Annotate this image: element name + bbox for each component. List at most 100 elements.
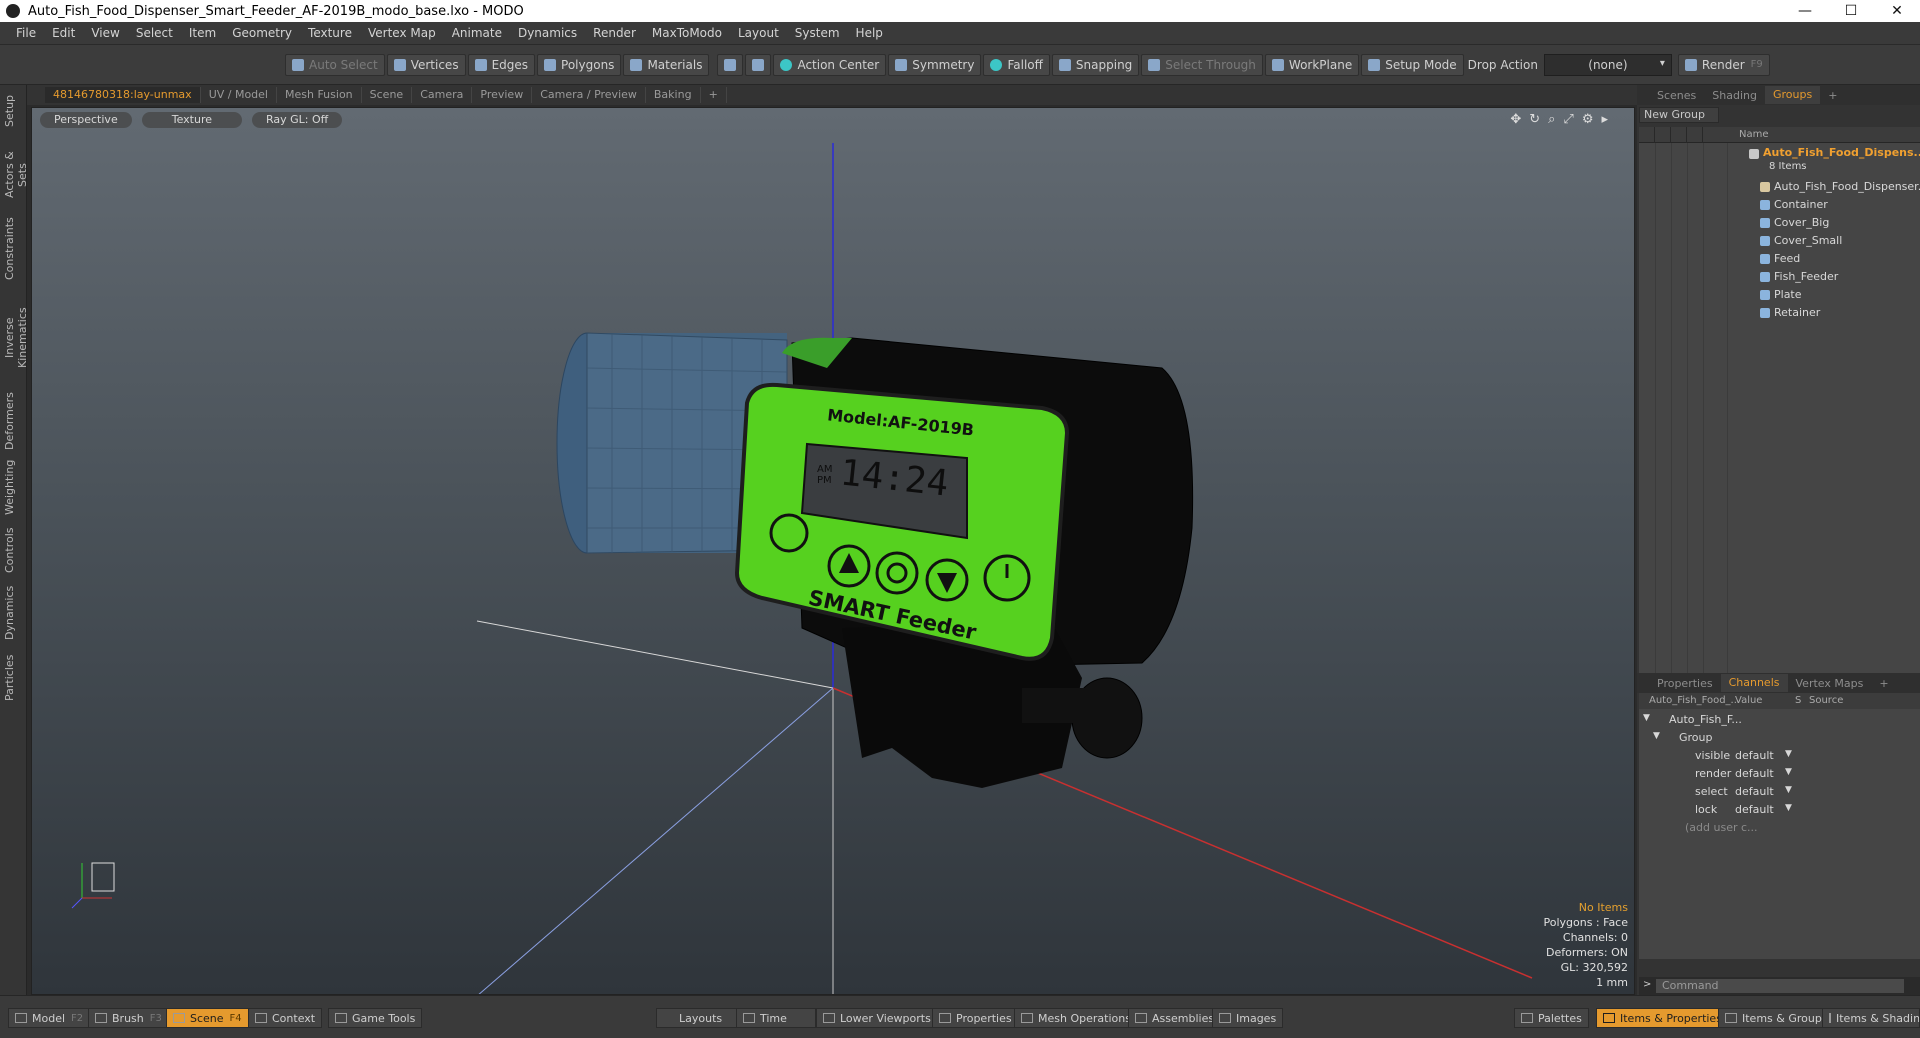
tab-particles[interactable]: Particles (3, 650, 23, 705)
context-layout-button[interactable]: Context (248, 1008, 323, 1028)
zoom-icon[interactable]: ⌕ (1548, 112, 1555, 127)
shading-mode-pill[interactable]: Texture (141, 112, 242, 128)
pan-icon[interactable]: ✥ (1510, 112, 1521, 127)
tab-properties[interactable]: Properties (1649, 677, 1721, 690)
falloff-button[interactable]: Falloff (983, 53, 1050, 76)
select-mode-button-a[interactable] (717, 53, 744, 76)
menu-edit[interactable]: Edit (44, 26, 83, 40)
assemblies-button[interactable]: Assemblies (1128, 1008, 1222, 1028)
menu-render[interactable]: Render (585, 26, 644, 40)
tab-scenes[interactable]: Scenes (1649, 89, 1704, 102)
add-tab-button[interactable]: + (701, 87, 727, 103)
symmetry-button[interactable]: Symmetry (888, 53, 982, 76)
select-through-button[interactable]: Select Through (1141, 53, 1263, 76)
close-button[interactable]: ✕ (1874, 0, 1920, 22)
channel-group-row[interactable]: ▼ Group (1639, 729, 1920, 747)
add-channel-tab-button[interactable]: + (1871, 677, 1896, 690)
minimize-button[interactable]: — (1782, 0, 1828, 22)
channel-value-dropdown[interactable]: default (1735, 803, 1774, 816)
expand-arrow-icon[interactable]: ▼ (1653, 731, 1660, 741)
items-properties-button[interactable]: Items & Properties (1596, 1008, 1729, 1028)
tab-preview[interactable]: Preview (472, 87, 533, 103)
lock-icon-col[interactable] (1671, 127, 1687, 143)
tab-vertex-maps[interactable]: Vertex Maps (1788, 677, 1872, 690)
dropdown-arrow-icon[interactable]: ▼ (1785, 767, 1792, 777)
channel-row-select[interactable]: select default ▼ (1639, 783, 1920, 801)
tab-uv-model[interactable]: UV / Model (201, 87, 277, 103)
channel-value-dropdown[interactable]: default (1735, 749, 1774, 762)
dropdown-arrow-icon[interactable]: ▼ (1785, 785, 1792, 795)
list-item[interactable]: Container (1639, 196, 1920, 214)
mesh-operations-button[interactable]: Mesh Operations (1014, 1008, 1138, 1028)
dropdown-arrow-icon[interactable]: ▼ (1785, 803, 1792, 813)
tab-inverse-kinematics[interactable]: Inverse Kinematics (3, 290, 29, 385)
channel-value-dropdown[interactable]: default (1735, 767, 1774, 780)
setup-mode-button[interactable]: Setup Mode (1361, 53, 1464, 76)
list-item[interactable]: Retainer (1639, 304, 1920, 322)
tab-deformers[interactable]: Deformers (3, 392, 23, 450)
drop-action-select[interactable]: (none) (1543, 53, 1672, 76)
list-item[interactable]: Cover_Small (1639, 232, 1920, 250)
select-mode-button-b[interactable] (745, 53, 772, 76)
items-groups-button[interactable]: Items & Groups (1718, 1008, 1835, 1028)
raygl-pill[interactable]: Ray GL: Off (252, 112, 343, 128)
tab-setup[interactable]: Setup (3, 91, 23, 131)
images-button[interactable]: Images (1212, 1008, 1284, 1028)
palettes-button[interactable]: Palettes (1514, 1008, 1589, 1028)
game-tools-layout-button[interactable]: Game Tools (328, 1008, 423, 1028)
menu-vertex-map[interactable]: Vertex Map (360, 26, 444, 40)
menu-system[interactable]: System (787, 26, 848, 40)
materials-button[interactable]: Materials (623, 53, 710, 76)
layouts-button[interactable]: Layouts (656, 1008, 746, 1028)
expand-arrow-icon[interactable]: ▼ (1643, 713, 1650, 723)
list-item[interactable]: Auto_Fish_Food_Dispenser... (1639, 178, 1920, 196)
tab-weighting[interactable]: Weighting (3, 460, 23, 515)
render-icon-col[interactable] (1655, 127, 1671, 143)
channel-root-row[interactable]: ▼ Auto_Fish_F... (1639, 711, 1920, 729)
auto-select-button[interactable]: Auto Select (285, 53, 385, 76)
tab-scene[interactable]: Scene (362, 87, 413, 103)
menu-help[interactable]: Help (848, 26, 891, 40)
tab-mesh-fusion[interactable]: Mesh Fusion (277, 87, 362, 103)
brush-layout-button[interactable]: Brush F3 (88, 1008, 169, 1028)
menu-texture[interactable]: Texture (300, 26, 360, 40)
render-button[interactable]: Render F9 (1677, 53, 1770, 76)
model-layout-button[interactable]: Model F2 (8, 1008, 91, 1028)
menu-dynamics[interactable]: Dynamics (510, 26, 585, 40)
viewport-menu-icon[interactable]: ▸ (1601, 112, 1608, 127)
items-shading-button[interactable]: Items & Shading (1822, 1008, 1920, 1028)
command-input[interactable]: Command (1655, 978, 1905, 994)
menu-view[interactable]: View (83, 26, 127, 40)
menu-animate[interactable]: Animate (444, 26, 510, 40)
rotate-icon[interactable]: ↻ (1529, 112, 1540, 127)
visibility-eye-icon[interactable] (1639, 127, 1655, 143)
menu-select[interactable]: Select (128, 26, 181, 40)
tab-camera-preview[interactable]: Camera / Preview (532, 87, 646, 103)
list-item[interactable]: Fish_Feeder (1639, 268, 1920, 286)
menu-file[interactable]: File (8, 26, 44, 40)
time-button[interactable]: Time (736, 1008, 816, 1028)
menu-layout[interactable]: Layout (730, 26, 787, 40)
channel-row-render[interactable]: render default ▼ (1639, 765, 1920, 783)
snapping-button[interactable]: Snapping (1051, 53, 1140, 76)
add-panel-tab-button[interactable]: + (1820, 89, 1845, 102)
tab-controls[interactable]: Controls (3, 525, 23, 575)
add-user-channel-row[interactable]: (add user c... (1639, 819, 1920, 837)
tab-channels[interactable]: Channels (1720, 674, 1788, 692)
tab-layout-unmax[interactable]: 48146780318:lay-unmax (45, 87, 201, 103)
scene-layout-button[interactable]: Scene F4 (166, 1008, 249, 1028)
channel-row-visible[interactable]: visible default ▼ (1639, 747, 1920, 765)
view-mode-pill[interactable]: Perspective (40, 112, 132, 128)
menu-geometry[interactable]: Geometry (224, 26, 300, 40)
tab-constraints[interactable]: Constraints (3, 217, 23, 280)
channel-row-lock[interactable]: lock default ▼ (1639, 801, 1920, 819)
list-item[interactable]: Plate (1639, 286, 1920, 304)
tab-camera[interactable]: Camera (412, 87, 473, 103)
3d-viewport[interactable]: Model:AF-2019B AM PM 14:24 SMART Feeder … (31, 107, 1635, 995)
action-center-button[interactable]: Action Center (773, 53, 887, 76)
new-group-button[interactable]: New Group (1639, 107, 1719, 123)
list-item[interactable]: Feed (1639, 250, 1920, 268)
tab-actors-sets[interactable]: Actors & Sets (3, 140, 29, 210)
viewport-settings-icon[interactable]: ⚙ (1582, 112, 1594, 127)
tab-shading[interactable]: Shading (1704, 89, 1765, 102)
